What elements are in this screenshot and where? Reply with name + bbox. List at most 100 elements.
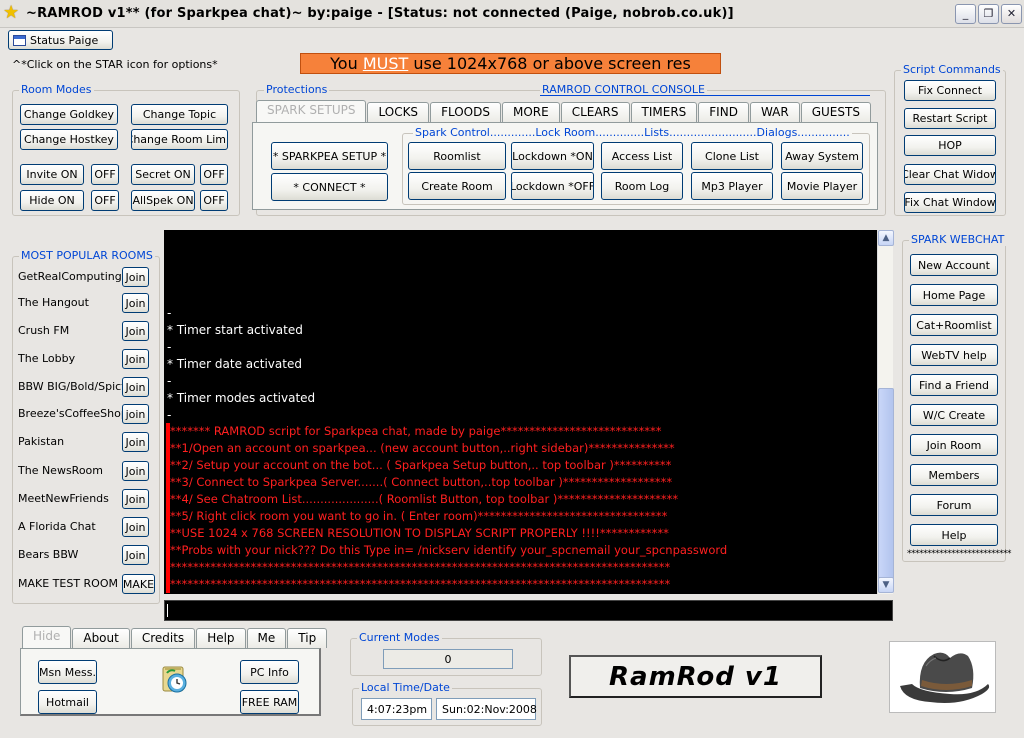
away-system-button[interactable]: Away System — [781, 142, 863, 170]
tab-about[interactable]: About — [72, 628, 130, 648]
secret-on-button[interactable]: Secret ON — [131, 164, 195, 185]
tab-floods[interactable]: FLOODS — [430, 102, 501, 122]
invite-off-button[interactable]: OFF — [91, 164, 119, 185]
hide-off-button[interactable]: OFF — [91, 190, 119, 211]
change-hostkey-button[interactable]: Change Hostkey — [20, 129, 118, 150]
new-account-button[interactable]: New Account — [910, 254, 998, 276]
chat-line: - — [167, 306, 172, 320]
lockdown-on-button[interactable]: Lockdown *ON — [511, 142, 594, 170]
lockdown-off-button[interactable]: Lockdown *OFF — [511, 172, 594, 200]
hotmail-button[interactable]: Hotmail — [38, 690, 97, 714]
room-name: The Hangout — [18, 296, 89, 309]
change-room-limit-button[interactable]: Change Room Limit — [131, 129, 228, 150]
room-join-button[interactable]: Join — [122, 349, 149, 369]
webtv-help-button[interactable]: WebTV help — [910, 344, 998, 366]
chat-input[interactable] — [164, 600, 893, 621]
change-topic-button[interactable]: Change Topic — [131, 104, 228, 125]
cowboy-hat-icon — [889, 641, 996, 713]
tab-find[interactable]: FIND — [698, 102, 749, 122]
room-join-button[interactable]: Join — [122, 461, 149, 481]
tab-help[interactable]: Help — [196, 628, 246, 648]
fix-chat-window-button[interactable]: Fix Chat Window — [904, 192, 996, 213]
chat-line: - — [167, 340, 172, 354]
create-room-button[interactable]: Create Room — [408, 172, 506, 200]
local-date-field: Sun:02:Nov:2008 — [436, 698, 537, 720]
tab-me[interactable]: Me — [246, 628, 287, 648]
status-tab-button[interactable]: Status Paige — [8, 30, 113, 50]
room-name: Crush FM — [18, 324, 70, 337]
scroll-down-icon[interactable]: ▼ — [878, 577, 894, 593]
fix-connect-button[interactable]: Fix Connect — [904, 80, 996, 101]
change-goldkey-button[interactable]: Change Goldkey — [20, 104, 118, 125]
tab-clears[interactable]: CLEARS — [560, 102, 630, 122]
room-join-button[interactable]: MAKE — [122, 574, 155, 594]
tab-hide[interactable]: Hide — [22, 626, 72, 648]
movie-player-button[interactable]: Movie Player — [781, 172, 863, 200]
hide-on-button[interactable]: Hide ON — [20, 190, 84, 211]
allspek-off-button[interactable]: OFF — [200, 190, 228, 211]
clear-chat-button[interactable]: Clear Chat Widow — [904, 164, 996, 185]
sparkpea-setup-button[interactable]: * SPARKPEA SETUP * — [271, 142, 388, 170]
wc-create-button[interactable]: W/C Create — [910, 404, 998, 426]
room-join-button[interactable]: Join — [122, 321, 149, 341]
members-button[interactable]: Members — [910, 464, 998, 486]
chat-window[interactable]: - * Timer start activated - * Timer date ac… — [164, 230, 877, 594]
forum-button[interactable]: Forum — [910, 494, 998, 516]
scroll-thumb[interactable] — [878, 388, 894, 584]
connect-button[interactable]: * CONNECT * — [271, 173, 388, 201]
options-hint: ^*Click on the STAR icon for options* — [12, 58, 218, 71]
room-join-button[interactable]: Join — [122, 267, 149, 287]
room-log-button[interactable]: Room Log — [601, 172, 683, 200]
allspek-on-button[interactable]: AllSpek ON — [131, 190, 195, 211]
find-a-friend-button[interactable]: Find a Friend — [910, 374, 998, 396]
cat-roomlist-button[interactable]: Cat+Roomlist — [910, 314, 998, 336]
room-join-button[interactable]: Join — [122, 432, 149, 452]
window-title: ~RAMROD v1** (for Sparkpea chat)~ by:pai… — [26, 6, 734, 21]
tab-credits[interactable]: Credits — [130, 628, 196, 648]
invite-on-button[interactable]: Invite ON — [20, 164, 84, 185]
close-button[interactable]: ✕ — [1001, 4, 1022, 24]
clone-list-button[interactable]: Clone List — [691, 142, 773, 170]
room-join-button[interactable]: Join — [122, 293, 149, 313]
maximize-button[interactable]: ❐ — [978, 4, 999, 24]
tab-timers[interactable]: TIMERS — [630, 102, 698, 122]
tab-war[interactable]: WAR — [749, 102, 800, 122]
join-room-button[interactable]: Join Room — [910, 434, 998, 456]
text-cursor — [167, 604, 168, 617]
hop-button[interactable]: HOP — [904, 135, 996, 156]
roomlist-button[interactable]: Roomlist — [408, 142, 506, 170]
scroll-up-icon[interactable]: ▲ — [878, 230, 894, 246]
tab-guests[interactable]: GUESTS — [800, 102, 871, 122]
room-join-button[interactable]: join — [122, 404, 149, 424]
room-join-button[interactable]: Join — [122, 545, 149, 565]
current-modes-field: 0 — [383, 649, 513, 669]
chat-line: - — [167, 408, 172, 422]
secret-off-button[interactable]: OFF — [200, 164, 228, 185]
chat-line: * Timer date activated — [167, 357, 302, 371]
console-underline — [540, 95, 870, 96]
recycle-clock-icon[interactable] — [158, 663, 190, 695]
tab-tip[interactable]: Tip — [287, 628, 328, 648]
tab-locks[interactable]: LOCKS — [367, 102, 430, 122]
chat-line: **Probs with your nick??? Do this Type i… — [170, 543, 728, 557]
free-ram-button[interactable]: FREE RAM — [240, 690, 299, 714]
webchat-footer: ************************** — [907, 549, 1012, 559]
restart-script-button[interactable]: Restart Script — [904, 108, 996, 129]
pc-info-button[interactable]: PC Info — [240, 660, 299, 684]
tab-more[interactable]: MORE — [501, 102, 560, 122]
local-time-field: 4:07:23pm — [361, 698, 432, 720]
room-join-button[interactable]: Join — [122, 377, 149, 397]
mp3-player-button[interactable]: Mp3 Player — [691, 172, 773, 200]
room-join-button[interactable]: Join — [122, 517, 149, 537]
msn-messenger-button[interactable]: Msn Mess. — [38, 660, 97, 684]
room-join-button[interactable]: Join — [122, 489, 149, 509]
help-button[interactable]: Help — [910, 524, 998, 546]
window-icon — [13, 34, 26, 46]
home-page-button[interactable]: Home Page — [910, 284, 998, 306]
ramrod-logo: RamRod v1 — [569, 655, 822, 698]
minimize-button[interactable]: _ — [955, 4, 976, 24]
access-list-button[interactable]: Access List — [601, 142, 683, 170]
chat-scrollbar[interactable]: ▲ ▼ — [877, 230, 894, 594]
tab-spark-setups[interactable]: SPARK SETUPS — [256, 100, 367, 122]
star-icon[interactable]: ★ — [3, 3, 19, 23]
